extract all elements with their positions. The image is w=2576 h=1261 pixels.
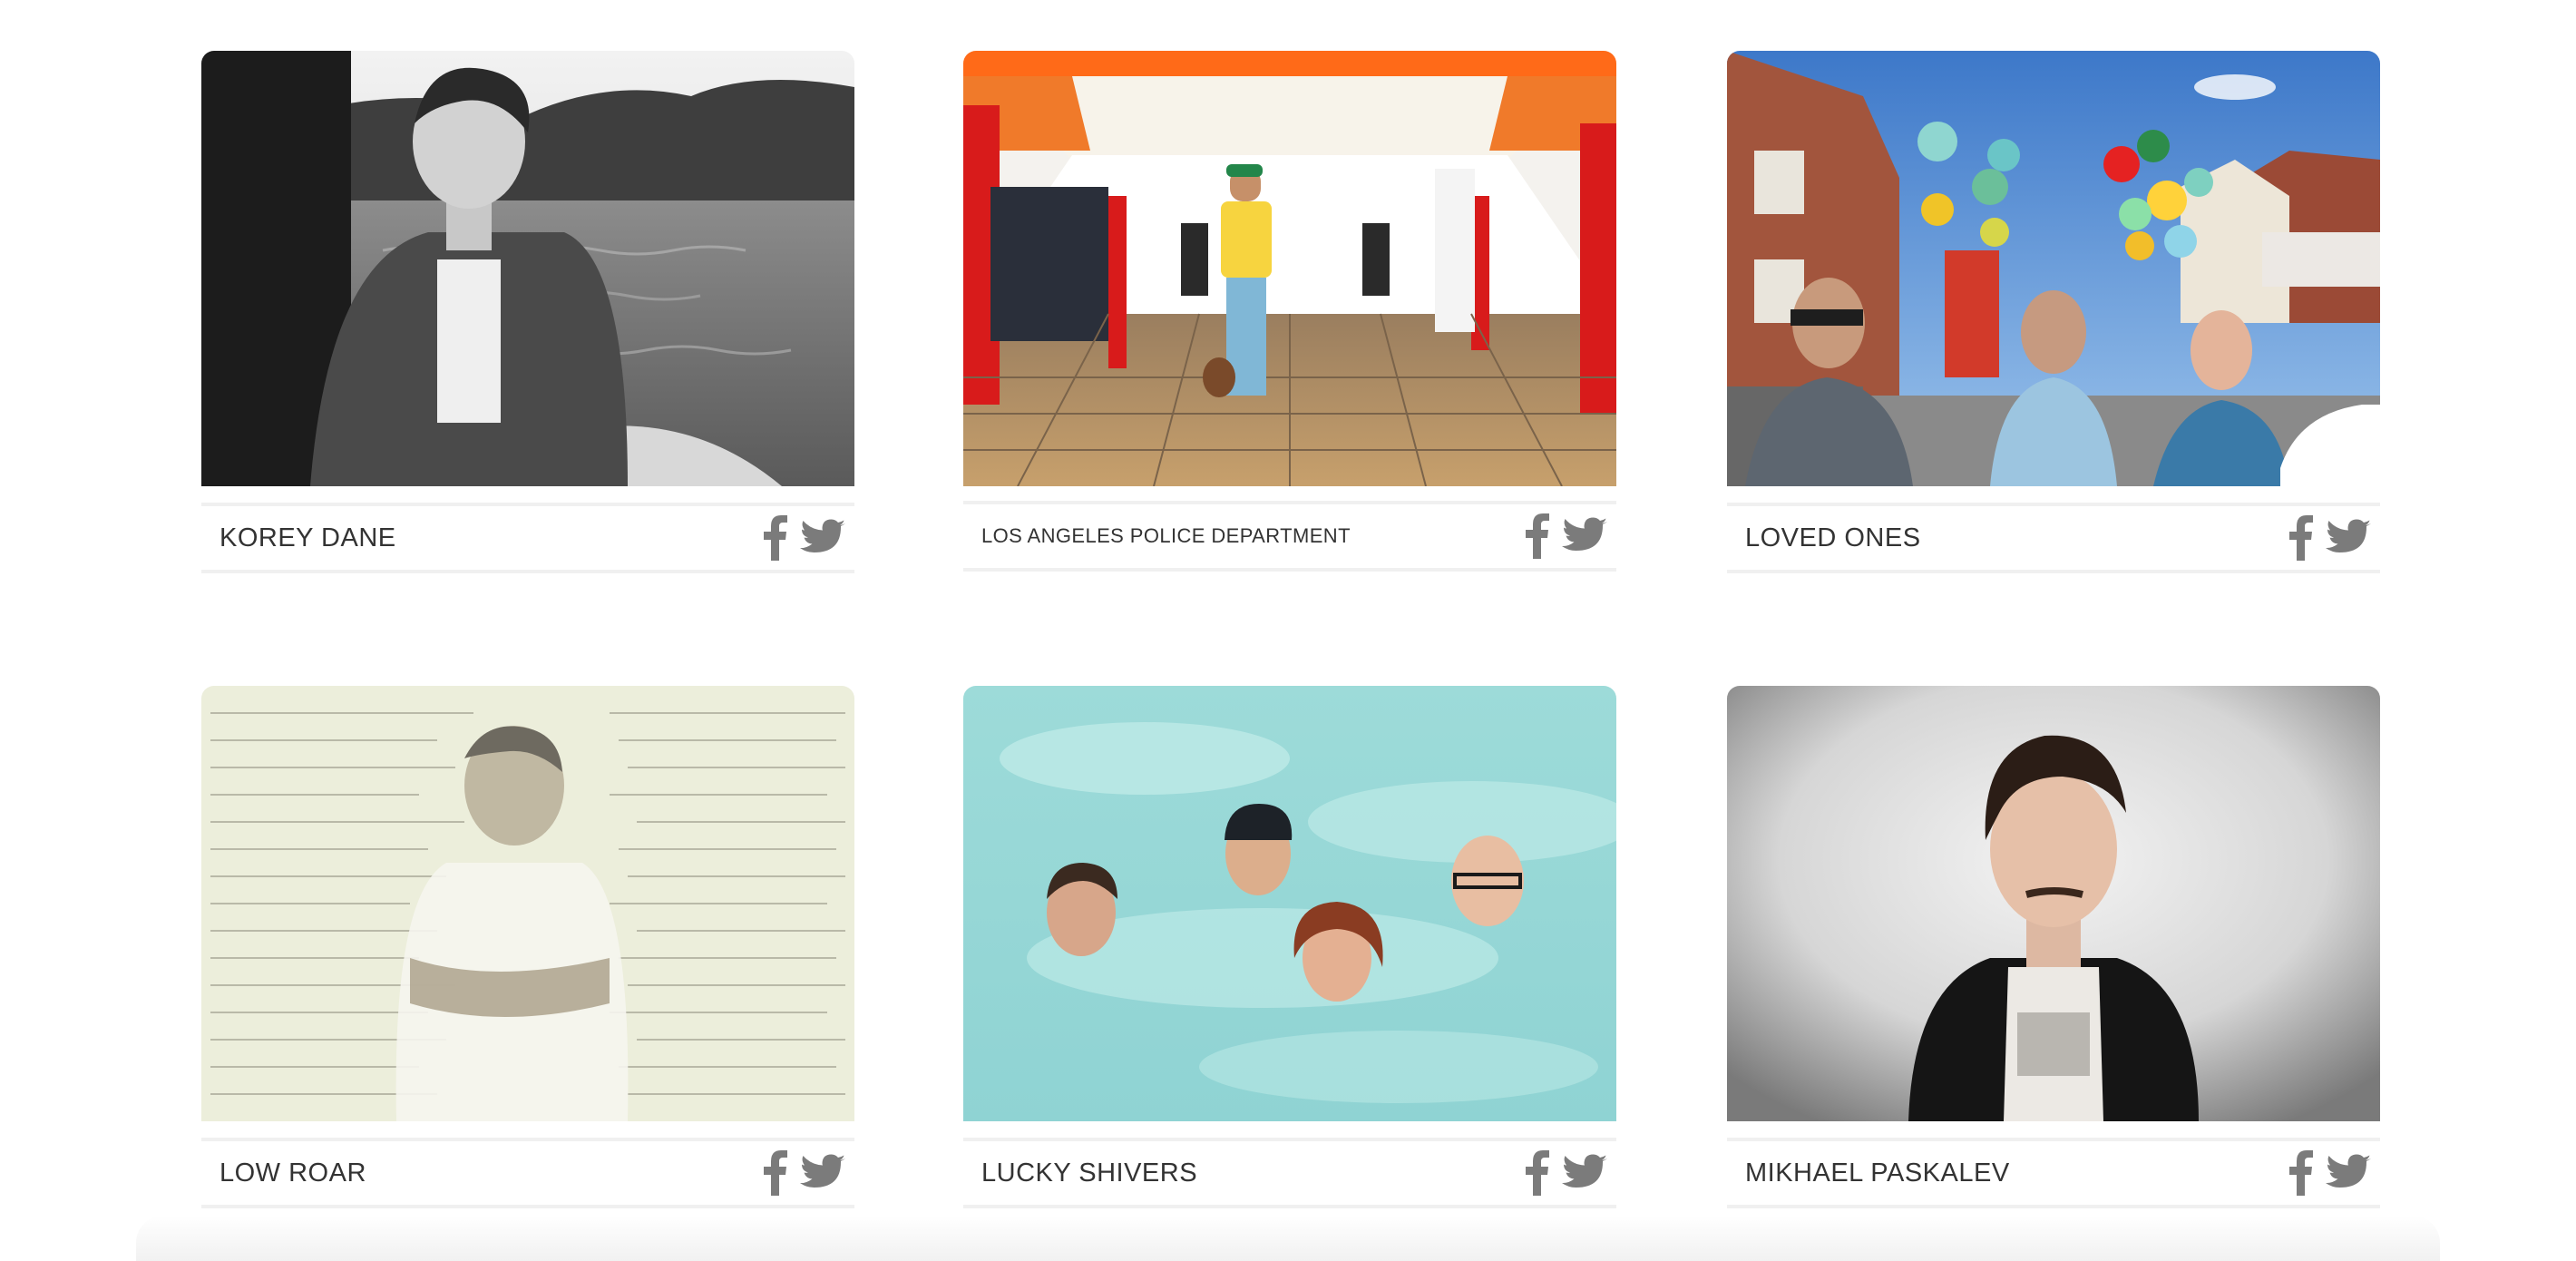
- artist-caption: KOREY DANE: [201, 503, 854, 573]
- artist-name[interactable]: LOW ROAR: [220, 1141, 366, 1205]
- artist-caption: MIKHAEL PASKALEV: [1727, 1138, 2380, 1208]
- artist-caption: LOS ANGELES POLICE DEPARTMENT: [963, 501, 1616, 572]
- artist-photo[interactable]: [201, 51, 854, 486]
- artist-card: LUCKY SHIVERS: [963, 686, 1616, 1208]
- artist-photo[interactable]: [201, 686, 854, 1121]
- facebook-icon[interactable]: [2289, 515, 2313, 561]
- share-icons: [764, 514, 845, 562]
- facebook-icon[interactable]: [764, 515, 787, 561]
- artist-name[interactable]: MIKHAEL PASKALEV: [1745, 1141, 2010, 1205]
- artist-name[interactable]: LOVED ONES: [1745, 506, 1921, 570]
- twitter-icon[interactable]: [2326, 519, 2371, 557]
- artist-caption: LOVED ONES: [1727, 503, 2380, 573]
- artist-name[interactable]: LOS ANGELES POLICE DEPARTMENT: [981, 504, 1351, 568]
- artist-card: MIKHAEL PASKALEV: [1727, 686, 2380, 1208]
- twitter-icon[interactable]: [1562, 1154, 1607, 1192]
- share-icons: [1526, 513, 1607, 560]
- share-icons: [1526, 1149, 1607, 1197]
- artist-card: LOW ROAR: [201, 686, 854, 1208]
- artist-photo[interactable]: [1727, 686, 2380, 1121]
- share-icons: [2289, 1149, 2371, 1197]
- facebook-icon[interactable]: [764, 1150, 787, 1196]
- artist-name[interactable]: KOREY DANE: [220, 506, 396, 570]
- artist-photo[interactable]: [963, 51, 1616, 486]
- twitter-icon[interactable]: [2326, 1154, 2371, 1192]
- facebook-icon[interactable]: [2289, 1150, 2313, 1196]
- share-icons: [2289, 514, 2371, 562]
- artist-name[interactable]: LUCKY SHIVERS: [981, 1141, 1197, 1205]
- artist-card: KOREY DANE: [201, 51, 854, 573]
- artist-caption: LOW ROAR: [201, 1138, 854, 1208]
- twitter-icon[interactable]: [800, 519, 845, 557]
- artist-photo[interactable]: [963, 686, 1616, 1121]
- artist-photo[interactable]: [1727, 51, 2380, 486]
- footer-edge: [136, 1216, 2440, 1261]
- artist-card: LOVED ONES: [1727, 51, 2380, 573]
- facebook-icon[interactable]: [1526, 513, 1549, 559]
- twitter-icon[interactable]: [1562, 517, 1607, 555]
- artist-card: LOS ANGELES POLICE DEPARTMENT: [963, 51, 1616, 572]
- artist-grid: KOREY DANE LOS ANGELES POLICE DEPARTMENT…: [0, 0, 2576, 1261]
- share-icons: [764, 1149, 845, 1197]
- facebook-icon[interactable]: [1526, 1150, 1549, 1196]
- twitter-icon[interactable]: [800, 1154, 845, 1192]
- artist-caption: LUCKY SHIVERS: [963, 1138, 1616, 1208]
